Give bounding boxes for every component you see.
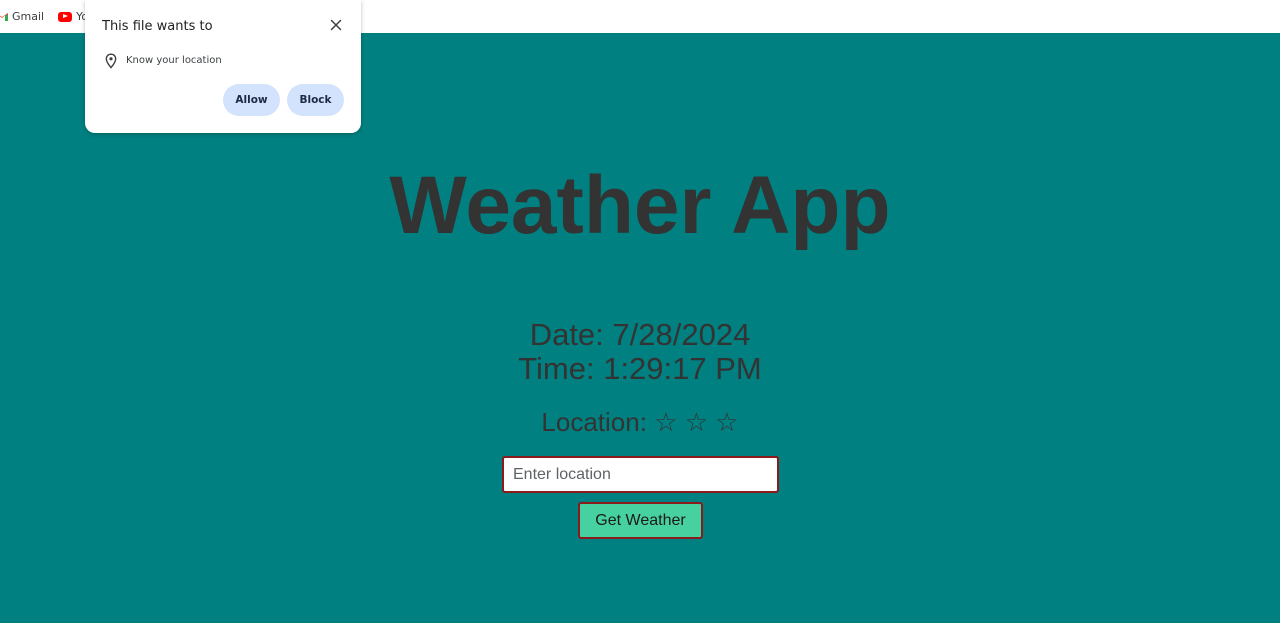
date-text: Date: 7/28/2024 bbox=[529, 317, 751, 352]
permission-popup: This file wants to Know your location Al… bbox=[85, 0, 361, 133]
bookmark-label: Gmail bbox=[12, 10, 45, 23]
location-line: Location: ☆ ☆ ☆ bbox=[0, 407, 1280, 438]
popup-title: This file wants to bbox=[102, 19, 213, 34]
get-weather-button[interactable]: Get Weather bbox=[578, 502, 703, 539]
location-input[interactable] bbox=[502, 456, 779, 493]
page-title: Weather App bbox=[389, 160, 891, 251]
gmail-icon bbox=[0, 13, 8, 21]
bookmark-gmail[interactable]: Gmail bbox=[0, 10, 44, 23]
time-text: Time: 1:29:17 PM bbox=[518, 351, 762, 386]
block-button[interactable]: Block bbox=[287, 84, 344, 116]
location-value: ☆ ☆ ☆ bbox=[654, 407, 739, 437]
location-label: Location: bbox=[541, 407, 647, 437]
location-pin-icon bbox=[105, 53, 117, 69]
date-time-block: Date: 7/28/2024 Time: 1:29:17 PM bbox=[0, 318, 1280, 386]
permission-text: Know your location bbox=[126, 55, 222, 66]
allow-button[interactable]: Allow bbox=[223, 84, 280, 116]
close-icon[interactable] bbox=[328, 17, 344, 33]
youtube-icon bbox=[58, 11, 73, 22]
